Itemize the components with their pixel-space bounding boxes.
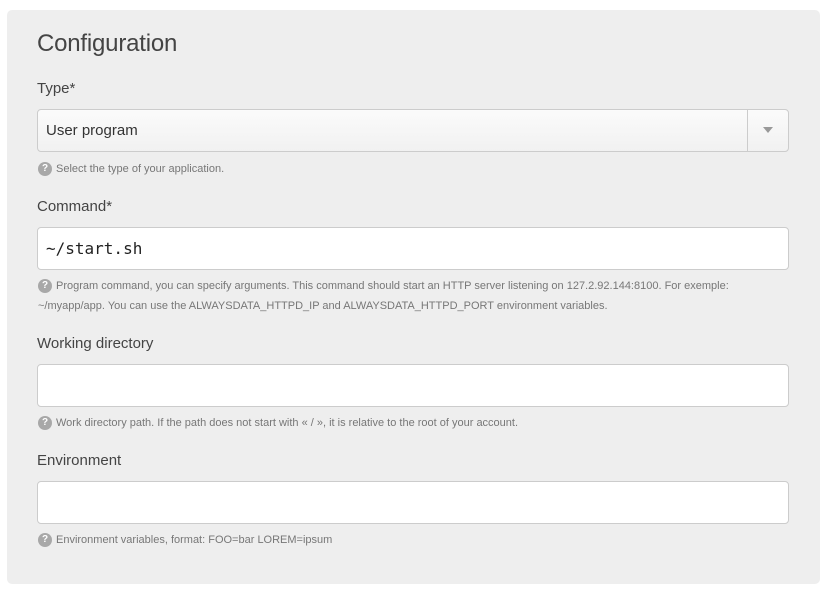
- working-directory-label: Working directory: [37, 335, 154, 352]
- section-title: Configuration: [37, 30, 178, 57]
- environment-field[interactable]: [37, 481, 789, 524]
- question-circle-icon: ?: [38, 416, 52, 430]
- working-directory-help-text: Work directory path. If the path does no…: [56, 417, 519, 429]
- environment-help-text: Environment variables, format: FOO=bar L…: [56, 534, 333, 546]
- type-select-value: User program: [46, 122, 138, 139]
- command-label: Command*: [37, 198, 113, 215]
- type-select[interactable]: User program: [37, 109, 789, 152]
- working-directory-field[interactable]: [37, 364, 789, 407]
- command-help-text: Program command, you can specify argumen…: [38, 280, 729, 312]
- environment-help: ? Environment variables, format: FOO=bar …: [38, 530, 778, 550]
- question-circle-icon: ?: [38, 533, 52, 547]
- environment-input[interactable]: [38, 482, 788, 523]
- type-label: Type*: [37, 80, 76, 97]
- configuration-panel: Configuration Type* User program ? Select…: [7, 10, 820, 584]
- working-directory-input[interactable]: [38, 365, 788, 406]
- environment-label: Environment: [37, 452, 122, 469]
- working-directory-help: ? Work directory path. If the path does n…: [38, 413, 778, 433]
- caret-down-icon[interactable]: [763, 127, 773, 133]
- command-help: ? Program command, you can specify argume…: [38, 276, 778, 316]
- question-circle-icon: ?: [38, 279, 52, 293]
- question-circle-icon: ?: [38, 162, 52, 176]
- type-help-text: Select the type of your application.: [56, 163, 225, 175]
- select-divider: [747, 110, 748, 151]
- type-help: ? Select the type of your application.: [38, 159, 778, 179]
- command-input[interactable]: [38, 228, 788, 269]
- command-field[interactable]: [37, 227, 789, 270]
